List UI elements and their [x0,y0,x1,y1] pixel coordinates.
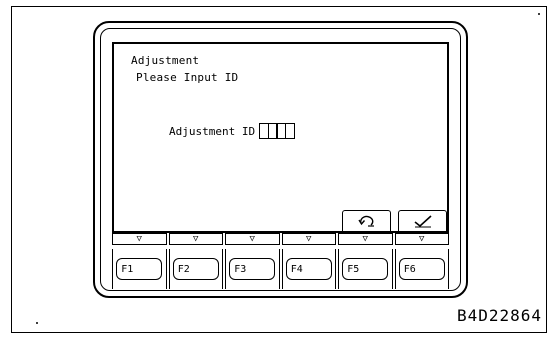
corner-mark [538,13,540,15]
f6-button[interactable]: F6 [398,258,445,280]
f5-button[interactable]: F5 [342,258,389,280]
monitor-screen: Adjustment Please Input ID Adjustment ID [112,42,449,233]
adjustment-id-input[interactable] [259,123,295,139]
arrow-down-icon: ▽ [225,233,280,245]
return-softkey[interactable] [342,210,391,231]
confirm-softkey[interactable] [398,210,447,231]
arrow-down-icon: ▽ [338,233,393,245]
screen-prompt: Please Input ID [136,71,239,84]
f1-button[interactable]: F1 [116,258,163,280]
arrow-down-icon: ▽ [281,233,336,245]
function-key-row: F1 F2 F3 F4 F5 F6 [112,249,449,289]
arrow-down-icon: ▽ [168,233,223,245]
screen-title: Adjustment [131,54,200,67]
f3-button[interactable]: F3 [229,258,276,280]
corner-mark [36,322,38,324]
return-icon [357,215,374,227]
f2-button[interactable]: F2 [172,258,219,280]
adjustment-id-row: Adjustment ID [169,123,295,139]
f4-button[interactable]: F4 [285,258,332,280]
arrow-down-icon: ▽ [394,233,449,245]
figure-id: B4D22864 [456,306,542,325]
adjustment-id-label: Adjustment ID [169,124,256,138]
check-icon [414,215,432,228]
function-arrow-strip: ▽ ▽ ▽ ▽ ▽ ▽ [112,233,449,245]
arrow-down-icon: ▽ [112,233,167,245]
id-digit-box[interactable] [284,123,295,139]
